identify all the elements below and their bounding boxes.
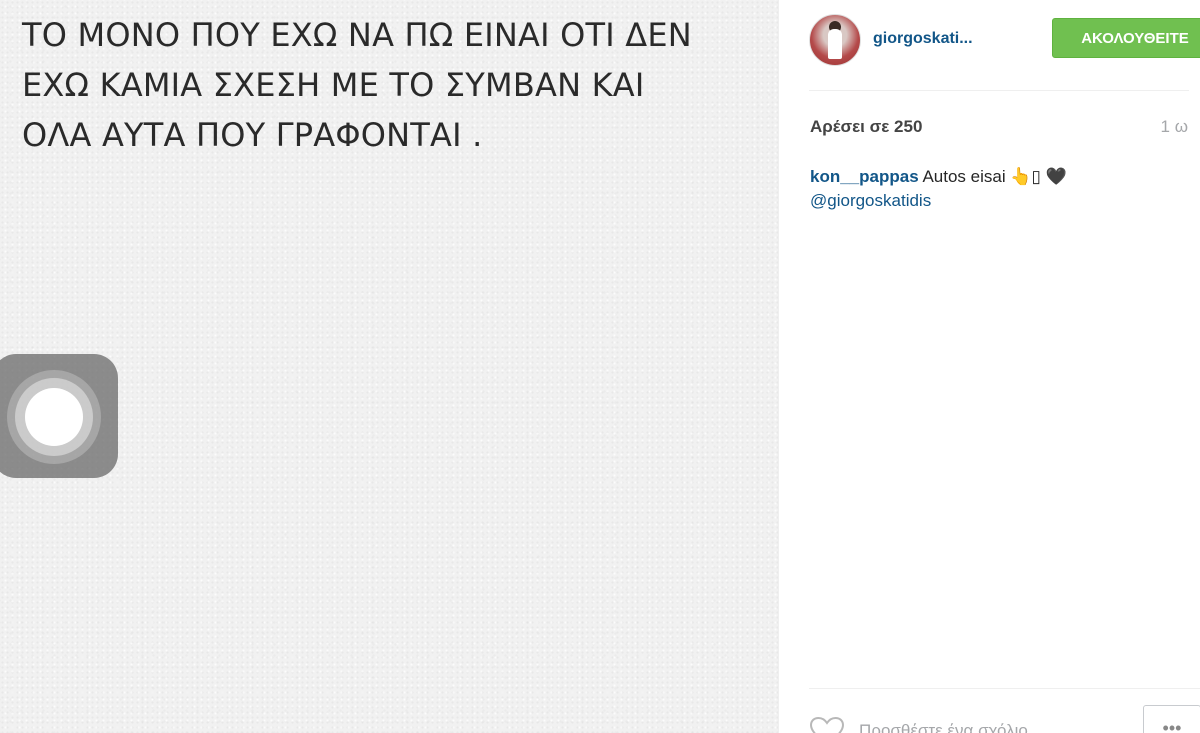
avatar[interactable] xyxy=(809,14,861,66)
comment-username-link[interactable]: kon__pappas xyxy=(810,167,919,186)
comment-mention-link[interactable]: @giorgoskatidis xyxy=(810,189,1170,213)
assistive-touch-icon-core xyxy=(25,388,83,446)
instagram-post-view: ΤΟ ΜΟΝΟ ΠΟΥ ΕΧΩ ΝΑ ΠΩ ΕΙΝΑΙ ΟΤΙ ΔΕΝ ΕΧΩ … xyxy=(0,0,1200,733)
author-username-link[interactable]: giorgoskati... xyxy=(873,30,973,48)
post-side-panel: giorgoskati... ΑΚΟΛΟΥΘΕΙΤΕ Αρέσει σε 250… xyxy=(778,0,1200,733)
footer-divider xyxy=(809,688,1200,689)
heart-icon[interactable] xyxy=(809,716,845,733)
photo-caption-line: ΤΟ ΜΟΝΟ ΠΟΥ ΕΧΩ ΝΑ ΠΩ ΕΙΝΑΙ ΟΤΙ ΔΕΝ xyxy=(22,16,692,54)
assistive-touch-button[interactable] xyxy=(0,354,118,478)
more-options-icon[interactable]: ••• xyxy=(1143,705,1200,733)
comment-item: kon__pappas Autos eisai 👆▯ 🖤 @giorgoskat… xyxy=(810,165,1170,213)
post-photo[interactable]: ΤΟ ΜΟΝΟ ΠΟΥ ΕΧΩ ΝΑ ΠΩ ΕΙΝΑΙ ΟΤΙ ΔΕΝ ΕΧΩ … xyxy=(0,0,778,733)
comment-text: Autos eisai 👆▯ 🖤 xyxy=(922,167,1067,186)
photo-caption-line: ΕΧΩ ΚΑΜΙΑ ΣΧΕΣΗ ΜΕ ΤΟ ΣΥΜΒΑΝ ΚΑΙ xyxy=(22,66,645,104)
follow-button[interactable]: ΑΚΟΛΟΥΘΕΙΤΕ xyxy=(1052,18,1200,58)
photo-caption-line: ΟΛΑ ΑΥΤΑ ΠΟΥ ΓΡΑΦΟΝΤΑΙ . xyxy=(22,116,483,154)
post-timestamp[interactable]: 1 ω xyxy=(1161,117,1188,137)
header-divider xyxy=(809,90,1189,91)
avatar-figure xyxy=(828,29,842,59)
photo-caption-text: ΤΟ ΜΟΝΟ ΠΟΥ ΕΧΩ ΝΑ ΠΩ ΕΙΝΑΙ ΟΤΙ ΔΕΝ ΕΧΩ … xyxy=(22,10,762,160)
post-header: giorgoskati... ΑΚΟΛΟΥΘΕΙΤΕ xyxy=(809,14,1200,66)
comment-input[interactable] xyxy=(859,716,1129,733)
likes-count[interactable]: Αρέσει σε 250 xyxy=(810,117,922,137)
